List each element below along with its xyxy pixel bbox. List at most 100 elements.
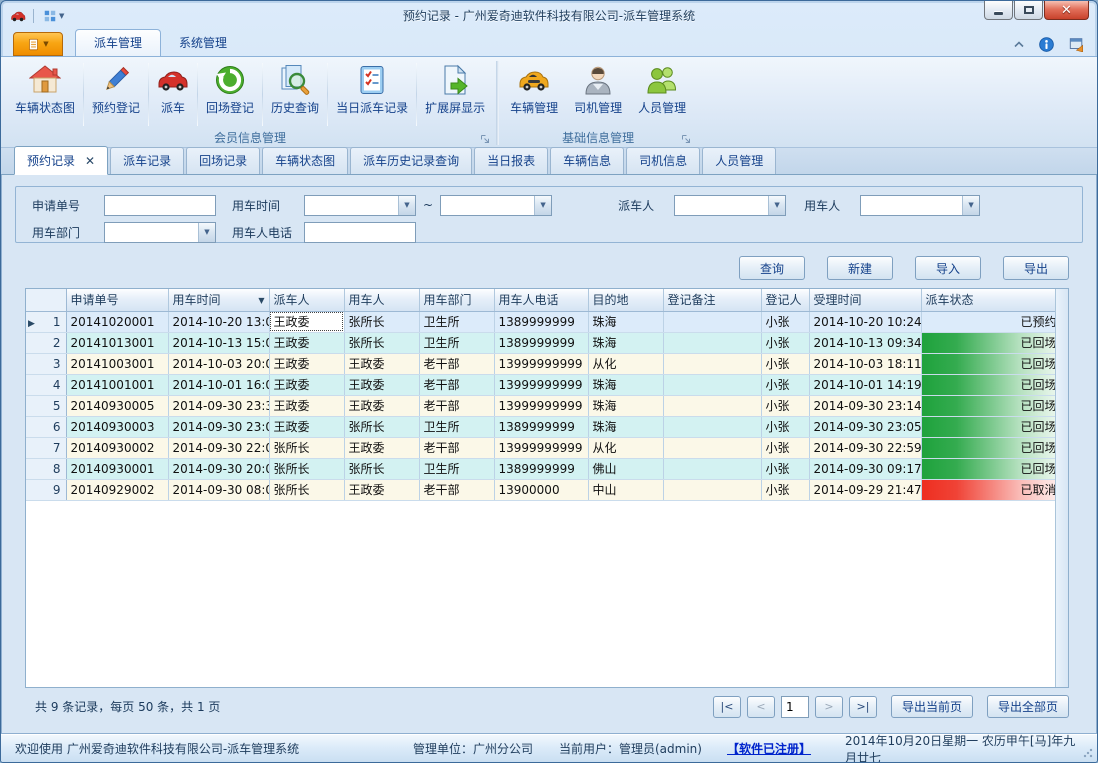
cell-phone[interactable]: 13900000 [494,479,588,500]
table-row[interactable]: 4201410010012014-10-01 16:00王政委王政委老干部139… [26,374,1055,395]
tab-return-records[interactable]: 回场记录 [186,147,260,174]
col-user[interactable]: 用车人 [344,289,419,311]
cell-phone[interactable]: 13999999999 [494,395,588,416]
user-select[interactable]: ▼ [860,195,980,216]
tab-person-manage[interactable]: 人员管理 [702,147,776,174]
cell-phone[interactable]: 1389999999 [494,332,588,353]
cell-user[interactable]: 张所长 [344,416,419,437]
vertical-scrollbar[interactable] [1055,289,1068,687]
chevron-down-icon[interactable]: ▼ [534,196,551,215]
cell-dispatcher[interactable]: 王政委 [269,374,344,395]
cell-apply-no[interactable]: 20141013001 [66,332,168,353]
row-header[interactable]: 5 [26,395,66,416]
cell-status[interactable]: 已回场 [921,332,1055,353]
cell-status[interactable]: 已预约 [921,311,1055,332]
prev-page-button[interactable]: < [747,696,775,718]
cell-apply-no[interactable]: 20141001001 [66,374,168,395]
cell-use-time[interactable]: 2014-09-30 20:00 [168,458,269,479]
cell-use-time[interactable]: 2014-10-20 13:00 [168,311,269,332]
chevron-down-icon[interactable]: ▼ [398,196,415,215]
table-row[interactable]: 2201410130012014-10-13 15:00王政委张所长卫生所138… [26,332,1055,353]
new-button[interactable]: 新建 [827,256,893,280]
vehicle-status-button[interactable]: 车辆状态图 [7,59,83,130]
cell-use-time[interactable]: 2014-09-30 23:30 [168,395,269,416]
cell-apply-no[interactable]: 20140930005 [66,395,168,416]
cell-accept-time[interactable]: 2014-09-30 22:59 [809,437,921,458]
cell-status[interactable]: 已回场 [921,458,1055,479]
chevron-down-icon[interactable]: ▼ [768,196,785,215]
row-header[interactable]: 9 [26,479,66,500]
last-page-button[interactable]: >| [849,696,877,718]
first-page-button[interactable]: |< [713,696,741,718]
cell-dept[interactable]: 老干部 [419,353,494,374]
cell-phone[interactable]: 13999999999 [494,437,588,458]
col-accept-time[interactable]: 受理时间 [809,289,921,311]
row-header[interactable]: 8 [26,458,66,479]
dialog-launcher-icon[interactable] [680,132,692,144]
col-remark[interactable]: 登记备注 [663,289,761,311]
ribbon-tab-system[interactable]: 系统管理 [161,30,245,56]
row-header[interactable]: 3 [26,353,66,374]
cell-dispatcher[interactable]: 王政委 [269,332,344,353]
cell-dept[interactable]: 卫生所 [419,311,494,332]
resize-grip[interactable] [1083,748,1093,758]
cell-user[interactable]: 王政委 [344,374,419,395]
col-registrar[interactable]: 登记人 [761,289,809,311]
cell-status[interactable]: 已回场 [921,353,1055,374]
col-dest[interactable]: 目的地 [588,289,663,311]
cell-dest[interactable]: 中山 [588,479,663,500]
dispatcher-select[interactable]: ▼ [674,195,786,216]
tab-daily-report[interactable]: 当日报表 [474,147,548,174]
collapse-ribbon-icon[interactable] [1013,40,1025,48]
cell-use-time[interactable]: 2014-10-01 16:00 [168,374,269,395]
cell-apply-no[interactable]: 20141003001 [66,353,168,374]
cell-user[interactable]: 王政委 [344,479,419,500]
tab-vehicle-status[interactable]: 车辆状态图 [262,147,348,174]
import-button[interactable]: 导入 [915,256,981,280]
info-icon[interactable] [1039,37,1054,52]
table-row[interactable]: 3201410030012014-10-03 20:00王政委王政委老干部139… [26,353,1055,374]
cell-registrar[interactable]: 小张 [761,479,809,500]
cell-phone[interactable]: 1389999999 [494,458,588,479]
cell-dept[interactable]: 老干部 [419,479,494,500]
table-row[interactable]: 7201409300022014-09-30 22:00张所长王政委老干部139… [26,437,1055,458]
cell-use-time[interactable]: 2014-10-03 20:00 [168,353,269,374]
tab-dispatch-records[interactable]: 派车记录 [110,147,184,174]
row-header[interactable]: 6 [26,416,66,437]
cell-registrar[interactable]: 小张 [761,311,809,332]
ribbon-tab-dispatch[interactable]: 派车管理 [75,29,161,56]
cell-remark[interactable] [663,374,761,395]
col-dispatcher[interactable]: 派车人 [269,289,344,311]
tab-driver-info[interactable]: 司机信息 [626,147,700,174]
cell-use-time[interactable]: 2014-09-30 08:00 [168,479,269,500]
cell-use-time[interactable]: 2014-10-13 15:00 [168,332,269,353]
cell-dest[interactable]: 珠海 [588,416,663,437]
cell-dest[interactable]: 珠海 [588,395,663,416]
cell-remark[interactable] [663,458,761,479]
close-button[interactable]: ✕ [1044,1,1089,20]
cell-user[interactable]: 王政委 [344,353,419,374]
cell-dest[interactable]: 珠海 [588,311,663,332]
cell-dispatcher[interactable]: 张所长 [269,479,344,500]
use-time-from-select[interactable]: ▼ [304,195,416,216]
use-time-to-select[interactable]: ▼ [440,195,552,216]
tab-vehicle-info[interactable]: 车辆信息 [550,147,624,174]
cell-dept[interactable]: 卫生所 [419,416,494,437]
table-row[interactable]: 9201409290022014-09-30 08:00张所长王政委老干部139… [26,479,1055,500]
cell-registrar[interactable]: 小张 [761,332,809,353]
license-link[interactable]: 【软件已注册】 [727,740,845,757]
cell-accept-time[interactable]: 2014-10-13 09:34 [809,332,921,353]
cell-remark[interactable] [663,437,761,458]
cell-dispatcher[interactable]: 王政委 [269,395,344,416]
cell-user[interactable]: 王政委 [344,437,419,458]
chevron-down-icon[interactable]: ▼ [198,223,215,242]
cell-dept[interactable]: 卫生所 [419,458,494,479]
minimize-button[interactable] [984,1,1013,20]
row-header[interactable]: ▶1 [26,311,66,332]
restore-button[interactable] [1014,1,1043,20]
export-current-page-button[interactable]: 导出当前页 [891,695,973,718]
cell-dest[interactable]: 从化 [588,437,663,458]
cell-dispatcher[interactable]: 王政委 [269,311,344,332]
page-number-input[interactable] [781,696,809,718]
table-row[interactable]: 5201409300052014-09-30 23:30王政委王政委老干部139… [26,395,1055,416]
